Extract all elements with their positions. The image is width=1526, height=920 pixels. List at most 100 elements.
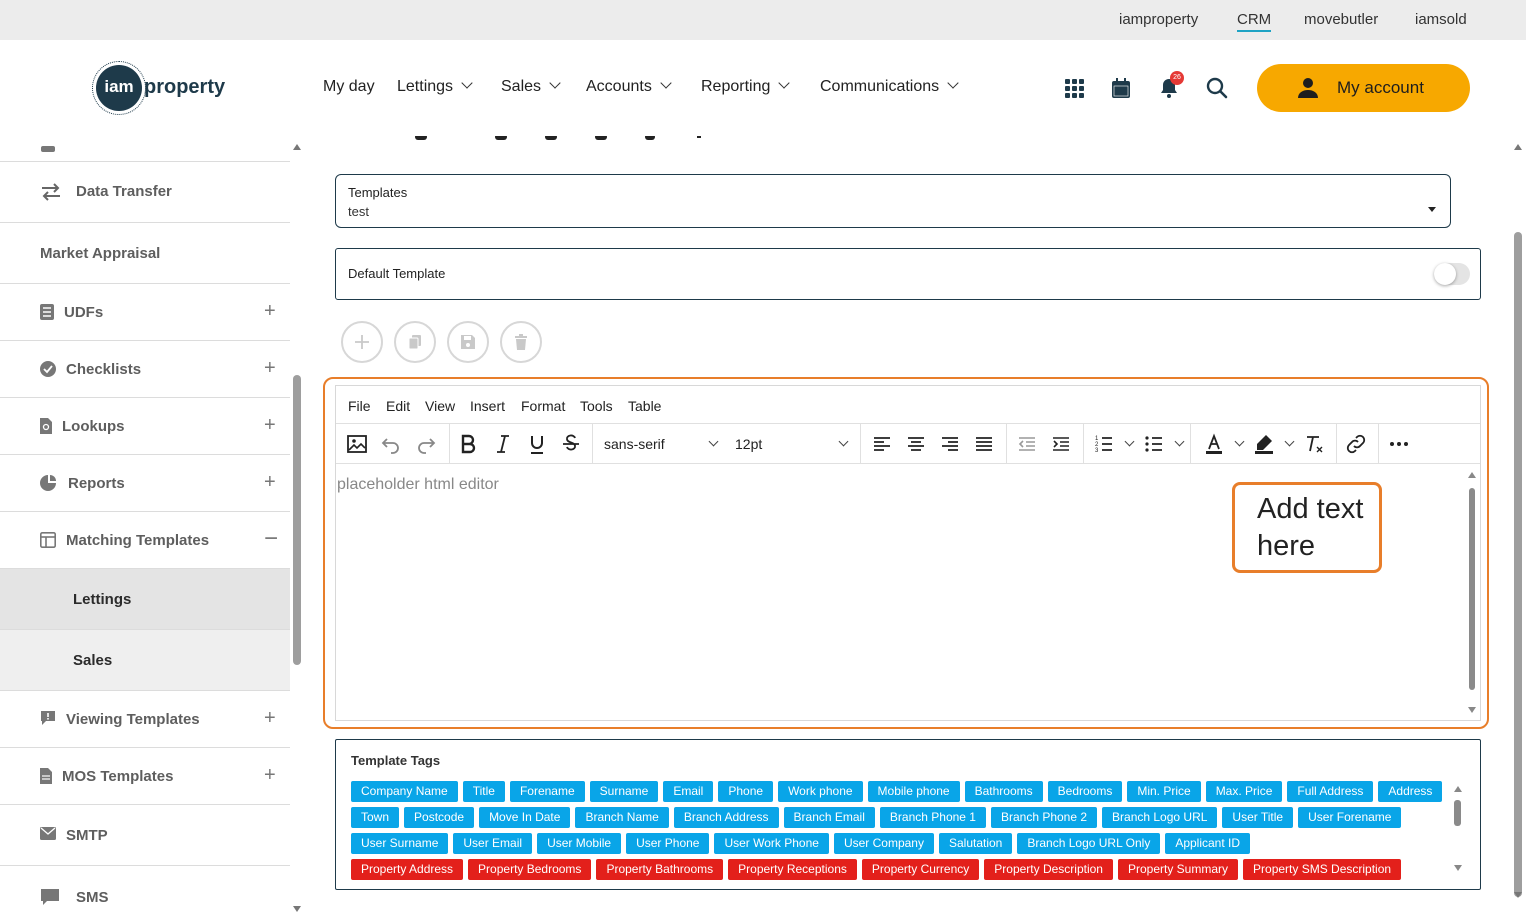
tag-chip[interactable]: Full Address: [1287, 781, 1374, 802]
nav-my-day[interactable]: My day: [323, 78, 375, 96]
tag-chip-property[interactable]: Property Address: [351, 859, 464, 880]
sidebar-item-viewing-templates[interactable]: Viewing Templates +: [0, 691, 290, 748]
my-account-button[interactable]: My account: [1257, 64, 1470, 112]
tag-chip[interactable]: Branch Address: [673, 807, 779, 828]
tag-chip[interactable]: Salutation: [938, 833, 1013, 854]
calendar-icon[interactable]: [1109, 76, 1133, 100]
chevron-down-icon: [461, 77, 473, 89]
tag-chip[interactable]: Applicant ID: [1165, 833, 1251, 854]
tag-chip[interactable]: Phone: [718, 781, 774, 802]
save-icon: [461, 335, 475, 349]
nav-reporting[interactable]: Reporting: [701, 77, 791, 96]
nav-accounts[interactable]: Accounts: [586, 77, 672, 96]
sidebar-scrollbar-thumb[interactable]: [293, 375, 301, 665]
tag-chip[interactable]: User Mobile: [537, 833, 622, 854]
tag-chip[interactable]: Branch Logo URL Only: [1017, 833, 1161, 854]
nav-lettings[interactable]: Lettings: [397, 77, 473, 96]
tag-chip[interactable]: User Surname: [351, 833, 449, 854]
tag-chip[interactable]: Branch Email: [783, 807, 875, 828]
sidebar-subitem-lettings[interactable]: Lettings: [0, 569, 290, 630]
trash-icon: [515, 334, 527, 350]
sidebar-subitem-sales[interactable]: Sales: [0, 630, 290, 691]
tag-chip[interactable]: Branch Name: [575, 807, 669, 828]
tag-chip[interactable]: Address: [1378, 781, 1443, 802]
tag-chip-property[interactable]: Property Receptions: [728, 859, 857, 880]
tag-chip[interactable]: Forename: [509, 781, 585, 802]
tag-chip[interactable]: Town: [351, 807, 400, 828]
copy-template-button[interactable]: [394, 321, 436, 363]
tag-chip[interactable]: User Title: [1222, 807, 1294, 828]
tag-chip[interactable]: Branch Phone 1: [879, 807, 986, 828]
tag-chip[interactable]: Mobile phone: [867, 781, 960, 802]
expand-plus-icon[interactable]: +: [264, 471, 276, 494]
collapse-minus-icon[interactable]: −: [264, 525, 278, 553]
tag-chip[interactable]: Email: [663, 781, 714, 802]
tag-chip[interactable]: Company Name: [351, 781, 458, 802]
expand-plus-icon[interactable]: +: [264, 764, 276, 787]
tag-chip[interactable]: User Work Phone: [714, 833, 829, 854]
apps-grid-icon[interactable]: [1062, 76, 1086, 100]
expand-plus-icon[interactable]: +: [264, 300, 276, 323]
tag-chip[interactable]: Title: [462, 781, 505, 802]
sidebar-item-market-appraisal[interactable]: Market Appraisal: [0, 223, 290, 284]
scroll-up-arrow[interactable]: [293, 144, 301, 150]
pie-chart-icon: [40, 475, 56, 491]
caret-down-icon: [1428, 207, 1436, 212]
sidebar-item-udfs[interactable]: UDFs +: [0, 284, 290, 341]
tag-chip[interactable]: Move In Date: [479, 807, 571, 828]
tag-chip[interactable]: Surname: [589, 781, 659, 802]
sidebar-item-matching-templates[interactable]: Matching Templates −: [0, 512, 290, 569]
tags-scroll-down[interactable]: [1454, 865, 1462, 871]
sidebar-item-data-transfer[interactable]: Data Transfer: [0, 162, 290, 223]
sidebar-item-partial[interactable]: [0, 136, 290, 162]
sidebar-item-smtp[interactable]: SMTP: [0, 805, 290, 866]
tag-chip-property[interactable]: Property Bedrooms: [468, 859, 592, 880]
tag-chip[interactable]: Branch Logo URL: [1102, 807, 1218, 828]
tag-chip-property[interactable]: Property Summary: [1117, 859, 1239, 880]
nav-sales[interactable]: Sales: [501, 77, 561, 96]
sidebar-item-checklists[interactable]: Checklists +: [0, 341, 290, 398]
tag-chip[interactable]: Bathrooms: [964, 781, 1043, 802]
link-crm[interactable]: CRM: [1237, 11, 1272, 32]
link-iamsold[interactable]: iamsold: [1415, 11, 1467, 28]
tag-chip[interactable]: User Phone: [626, 833, 710, 854]
tag-chip-property[interactable]: Property Description: [984, 859, 1113, 880]
tag-chip[interactable]: User Forename: [1298, 807, 1402, 828]
tag-chip[interactable]: Bedrooms: [1047, 781, 1123, 802]
tag-chip[interactable]: Postcode: [404, 807, 475, 828]
sidebar-item-reports[interactable]: Reports +: [0, 455, 290, 512]
add-template-button[interactable]: [341, 321, 383, 363]
default-template-toggle[interactable]: [1434, 263, 1470, 285]
envelope-icon: [40, 827, 56, 840]
tag-chip-property[interactable]: Property Currency: [861, 859, 980, 880]
tag-chip[interactable]: Min. Price: [1127, 781, 1201, 802]
tag-chip[interactable]: Branch Phone 2: [990, 807, 1098, 828]
tag-chip-property[interactable]: Property Bathrooms: [596, 859, 724, 880]
link-iamproperty[interactable]: iamproperty: [1119, 11, 1198, 28]
expand-plus-icon[interactable]: +: [264, 357, 276, 380]
tag-chip-property[interactable]: Property SMS Description: [1243, 859, 1402, 880]
tag-chip[interactable]: User Email: [453, 833, 533, 854]
main-scroll-up[interactable]: [1514, 144, 1522, 150]
sidebar-item-lookups[interactable]: Lookups +: [0, 398, 290, 455]
search-icon[interactable]: [1205, 76, 1229, 100]
logo[interactable]: iam property: [92, 61, 236, 115]
template-tags-panel: Template Tags Company Name Title Forenam…: [335, 739, 1481, 890]
delete-template-button[interactable]: [500, 321, 542, 363]
nav-communications[interactable]: Communications: [820, 77, 959, 96]
sidebar-item-sms[interactable]: SMS: [0, 866, 290, 920]
templates-select[interactable]: Templates test: [335, 174, 1451, 228]
save-template-button[interactable]: [447, 321, 489, 363]
tag-chip[interactable]: Work phone: [778, 781, 863, 802]
expand-plus-icon[interactable]: +: [264, 414, 276, 437]
tag-chip[interactable]: Max. Price: [1205, 781, 1283, 802]
main-scrollbar-thumb[interactable]: [1514, 232, 1522, 897]
scroll-down-arrow[interactable]: [293, 906, 301, 912]
tag-chip[interactable]: User Company: [833, 833, 934, 854]
sidebar-item-mos-templates[interactable]: MOS Templates +: [0, 748, 290, 805]
tags-scrollbar-thumb[interactable]: [1454, 800, 1461, 826]
main-scroll-down[interactable]: [1514, 892, 1522, 898]
tags-scroll-up[interactable]: [1454, 786, 1462, 792]
link-movebutler[interactable]: movebutler: [1304, 11, 1378, 28]
expand-plus-icon[interactable]: +: [264, 707, 276, 730]
